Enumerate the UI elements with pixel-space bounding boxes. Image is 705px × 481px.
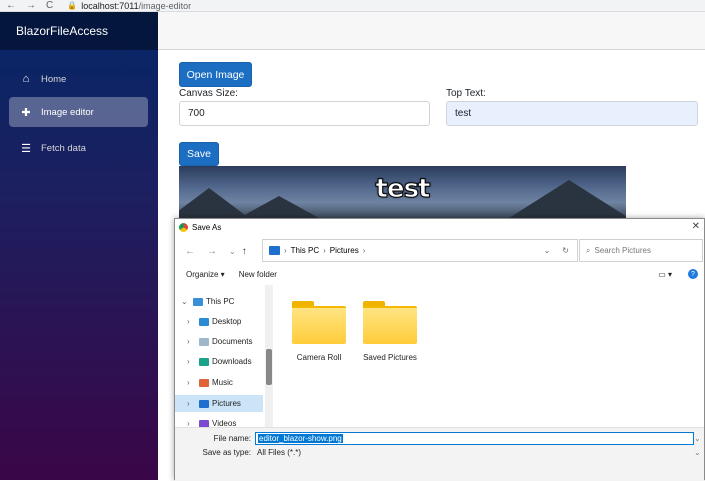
dialog-file-list: Camera Roll Saved Pictures [276,285,704,427]
url-host: localhost:7011 [81,0,139,11]
file-name-row: File name: editor_blazor-show.png ⌄ [175,432,704,445]
nav-item-music[interactable]: › Music [175,374,263,391]
back-icon[interactable]: ← [185,246,195,257]
desktop-icon [199,317,209,326]
breadcrumb-this-pc[interactable]: This PC [291,246,319,255]
folder-saved-pictures[interactable]: Saved Pictures [355,289,425,365]
videos-icon [199,419,209,427]
file-name-dropdown-icon[interactable]: ⌄ [694,434,704,443]
music-icon [199,378,209,387]
save-type-label: Save as type: [202,448,251,457]
refresh-icon[interactable]: ↻ [562,246,569,255]
file-name-input[interactable]: editor_blazor-show.png [255,432,694,445]
nav-item-desktop[interactable]: › Desktop [175,313,263,330]
folder-name: Saved Pictures [363,353,417,362]
nav-scrollbar[interactable] [265,285,273,427]
pictures-icon [269,246,280,255]
breadcrumb-pictures[interactable]: Pictures [330,246,359,255]
nav-item-this-pc[interactable]: ⌄ This PC [175,293,263,310]
chrome-icon [179,222,188,232]
browser-nav: ← → C [6,0,53,11]
canvas-size-input[interactable]: 700 [179,101,430,126]
computer-icon [193,297,203,306]
sidebar-item-label: Home [41,73,67,85]
save-type-row: Save as type: All Files (*.*) ⌄ [175,446,704,459]
save-button[interactable]: Save [179,142,219,166]
meme-text: test [375,174,431,205]
canvas-size-label: Canvas Size: [179,88,238,99]
downloads-icon [199,357,209,366]
reload-icon[interactable]: C [46,0,53,11]
sidebar-item-image-editor[interactable]: ✚ Image editor [9,97,148,127]
list-icon: ☰ [21,142,31,155]
image-canvas: test [179,166,626,218]
open-image-button[interactable]: Open Image [179,62,252,87]
new-folder-button[interactable]: New folder [239,270,277,279]
dialog-filename-panel: File name: editor_blazor-show.png ⌄ Save… [175,427,704,481]
search-icon: ⌕ [586,245,591,255]
dialog-nav-buttons: ← → ⌄ ↑ [185,240,259,262]
view-options-icon[interactable]: ▭ ▾ [658,270,672,279]
url-path: /image-editor [138,0,192,11]
app-brand[interactable]: BlazorFileAccess [0,12,158,50]
close-icon[interactable]: ✕ [692,221,700,232]
folder-icon [363,301,417,344]
nav-item-pictures[interactable]: › Pictures [175,395,263,412]
plus-icon: ✚ [21,106,31,119]
sidebar-item-label: Fetch data [41,142,86,154]
sidebar: BlazorFileAccess ⌂ Home ✚ Image editor ☰… [0,12,158,480]
save-type-select[interactable]: All Files (*.*) [255,446,694,459]
pictures-icon [199,399,209,408]
search-placeholder: Search Pictures [594,246,651,255]
sidebar-item-home[interactable]: ⌂ Home [9,64,148,94]
address-dropdown-icon[interactable]: ⌄ [544,246,551,255]
recent-locations-icon[interactable]: ⌄ [229,247,236,256]
lock-icon: 🔒 [67,1,78,10]
scrollbar-thumb[interactable] [266,349,272,385]
organize-button[interactable]: Organize ▾ [186,270,225,279]
folder-name: Camera Roll [296,353,342,362]
help-icon[interactable]: ? [688,269,698,279]
nav-item-downloads[interactable]: › Downloads [175,353,263,370]
sidebar-item-label: Image editor [41,106,94,118]
folder-icon [292,301,346,344]
search-input[interactable]: ⌕ Search Pictures [579,239,703,262]
address-bar[interactable]: 🔒 localhost:7011/image-editor [67,1,191,11]
back-icon[interactable]: ← [6,0,16,11]
documents-icon [199,337,209,346]
file-name-label: File name: [213,434,251,443]
forward-icon[interactable]: → [207,246,217,257]
sidebar-item-fetch-data[interactable]: ☰ Fetch data [9,133,148,163]
up-icon[interactable]: ↑ [242,246,247,257]
top-text-label: Top Text: [446,88,486,99]
dialog-navigation-pane: ⌄ This PC › Desktop › Documents › Downlo… [175,285,274,427]
nav-item-documents[interactable]: › Documents [175,333,263,350]
home-icon: ⌂ [22,73,30,85]
top-row [158,12,705,50]
forward-icon[interactable]: → [26,0,36,11]
save-type-dropdown-icon[interactable]: ⌄ [694,448,704,457]
dialog-command-bar: Organize ▾ New folder ▭ ▾ ? [175,265,704,283]
dialog-address-bar[interactable]: › This PC › Pictures › ⌄ ↻ [262,239,578,262]
browser-bar: ← → C 🔒 localhost:7011/image-editor [0,0,705,12]
save-as-dialog: Save As ✕ ← → ⌄ ↑ › This PC › Pictures ›… [174,218,705,481]
dialog-title: Save As [192,222,222,232]
folder-camera-roll[interactable]: Camera Roll [284,289,354,365]
nav-item-videos[interactable]: › Videos [175,415,263,427]
top-text-input[interactable]: test [446,101,698,126]
dialog-titlebar: Save As ✕ [175,219,704,235]
